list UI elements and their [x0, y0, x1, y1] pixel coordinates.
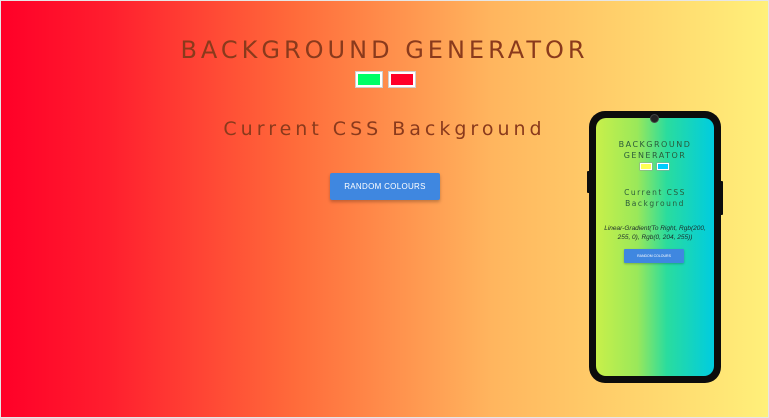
phone-side-button [587, 171, 590, 193]
random-colours-button[interactable]: RANDOM COLOURS [330, 173, 440, 200]
mobile-random-colours-button: RANDOM COLOURS [624, 249, 684, 263]
color-picker-1[interactable] [356, 72, 382, 87]
mobile-page-title: BACKGROUND GENERATOR [618, 140, 692, 160]
phone-camera-icon [650, 114, 659, 123]
phone-mockup: BACKGROUND GENERATOR Current CSS Backgro… [587, 111, 723, 383]
mobile-css-value-text: Linear-Gradient(To Right, Rgb(200, 255, … [604, 225, 706, 241]
color-picker-2[interactable] [389, 72, 415, 87]
page-title: BACKGROUND GENERATOR [180, 36, 589, 64]
phone-screen: BACKGROUND GENERATOR Current CSS Backgro… [596, 118, 714, 376]
mobile-current-css-heading: Current CSS Background [624, 188, 686, 208]
mobile-color-picker-2 [657, 163, 669, 170]
mobile-color-picker-1 [640, 163, 652, 170]
phone-power-button [720, 181, 723, 215]
